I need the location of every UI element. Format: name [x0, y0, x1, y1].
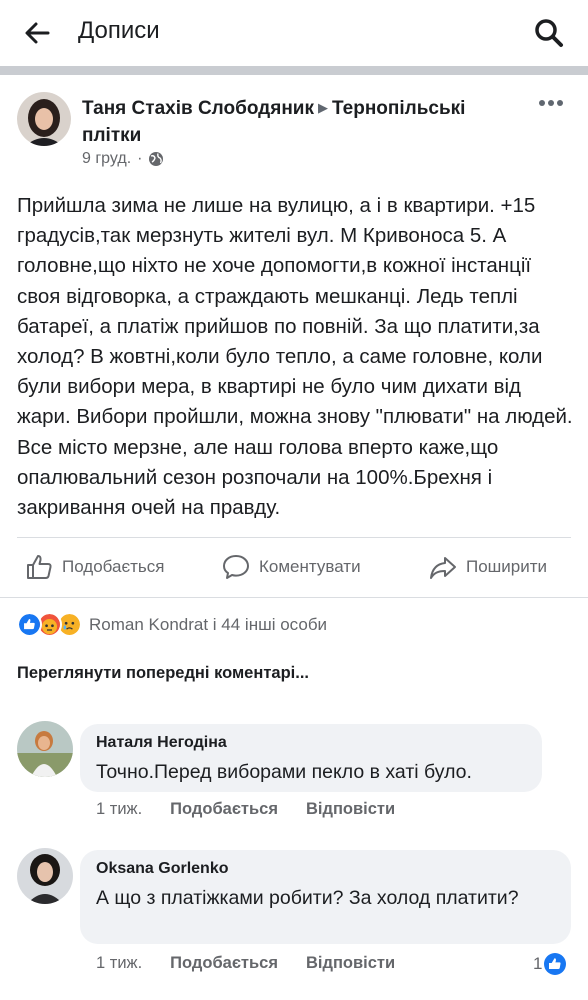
comment-like-button[interactable]: Подобається [170, 954, 278, 973]
page-title: Дописи [78, 17, 160, 44]
comment-button[interactable]: Коментувати [221, 548, 361, 586]
post-text: Прийшла зима не лише на вулицю, а і в кв… [17, 194, 573, 520]
comment-reply-button[interactable]: Відповісти [306, 954, 395, 973]
post-actions: Подобається Коментувати Поширити [0, 548, 588, 588]
top-bar: Дописи [0, 0, 588, 66]
comment-meta: 1 тиж. Подобається Відповісти [96, 800, 395, 819]
comment-text: Точно.Перед виборами пекло в хаті було. [96, 761, 472, 783]
author-name[interactable]: Таня Стахів Слободяник [82, 98, 314, 119]
more-options-icon[interactable] [538, 96, 564, 110]
like-reaction-icon [17, 612, 42, 637]
divider [0, 597, 588, 598]
comment-like-button[interactable]: Подобається [170, 800, 278, 819]
comment-meta: 1 тиж. Подобається Відповісти [96, 954, 395, 973]
comment-label: Коментувати [259, 557, 361, 576]
reactions-count: Roman Kondrat і 44 інші особи [89, 615, 328, 634]
comment-bubble-icon [223, 555, 249, 579]
thumbs-up-icon [27, 555, 52, 579]
meta-dot: · [137, 150, 143, 167]
comment-time[interactable]: 1 тиж. [96, 800, 142, 819]
share-button[interactable]: Поширити [428, 548, 547, 586]
commenter-name[interactable]: Наталя Негодіна [96, 734, 526, 752]
post-author-line: Таня Стахів Слободяник ▶ Тернопільські плі… [82, 96, 522, 149]
like-reaction-icon [544, 953, 567, 975]
header-divider [0, 66, 588, 75]
comment-reaction-count: 1 [533, 954, 543, 973]
like-button[interactable]: Подобається [24, 548, 165, 586]
comment-text: А що з платіжками робити? За холод плати… [96, 887, 519, 909]
share-label: Поширити [466, 557, 548, 576]
comment-bubble: Oksana Gorlenko А що з платіжками робити… [80, 850, 571, 944]
arrow-left-icon[interactable] [22, 18, 52, 48]
comment-reactions[interactable]: 1 [533, 953, 567, 975]
reactions-summary[interactable]: Roman Kondrat і 44 інші особи [17, 612, 327, 638]
share-arrow-icon [430, 557, 456, 579]
comment-reply-button[interactable]: Відповісти [306, 800, 395, 819]
post-date[interactable]: 9 груд. [82, 150, 131, 168]
commenter-avatar[interactable] [17, 721, 73, 777]
view-previous-comments-link[interactable]: Переглянути попередні коментарі... [17, 664, 309, 683]
group-separator-icon: ▶ [318, 100, 328, 115]
search-icon[interactable] [532, 16, 566, 50]
comment-time[interactable]: 1 тиж. [96, 954, 142, 973]
commenter-name[interactable]: Oksana Gorlenko [96, 860, 555, 878]
like-label: Подобається [62, 557, 165, 576]
globe-icon [149, 152, 164, 166]
reaction-icons [17, 612, 85, 638]
commenter-avatar[interactable] [17, 848, 73, 904]
author-avatar[interactable] [17, 92, 71, 146]
divider [17, 537, 571, 538]
post-meta: 9 груд. · [82, 150, 164, 168]
comment-bubble: Наталя Негодіна Точно.Перед виборами пек… [80, 724, 542, 792]
